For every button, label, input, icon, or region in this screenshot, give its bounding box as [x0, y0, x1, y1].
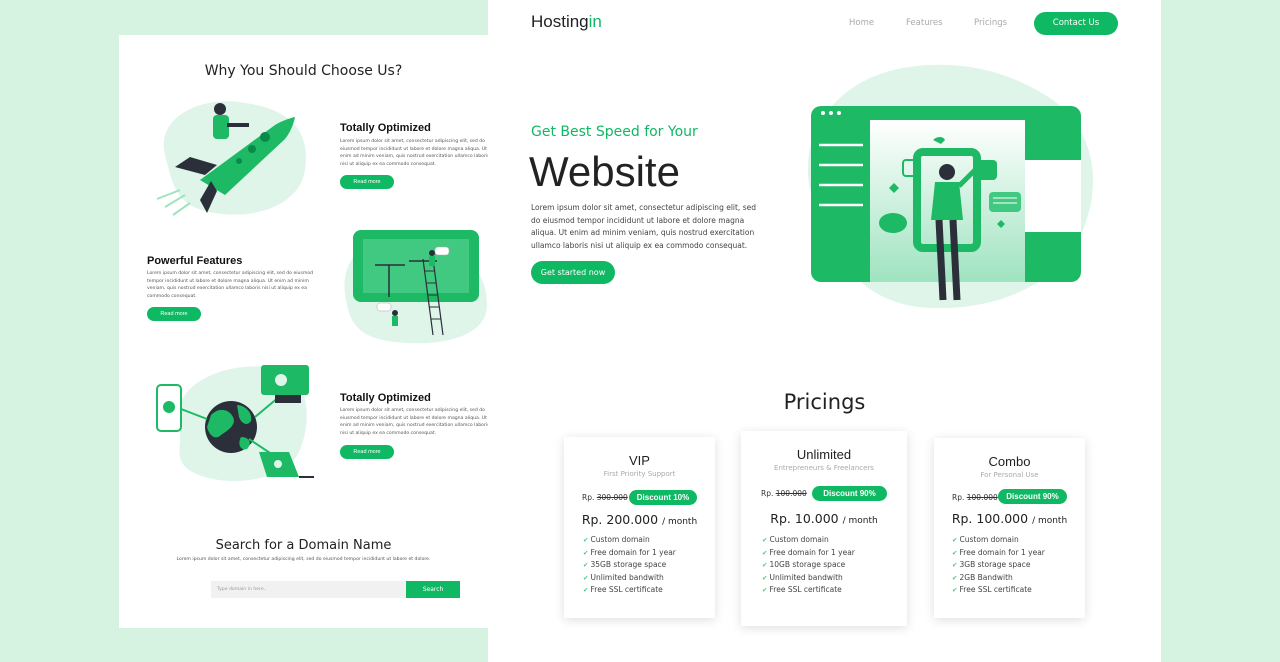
plan-feature: Free SSL certificate	[583, 584, 676, 597]
plan-feature: Free domain for 1 year	[762, 547, 855, 560]
plan-tagline: For Personal Use	[980, 471, 1039, 479]
feature-3-desc: Lorem ipsum dolor sit amet, consectetur …	[340, 408, 488, 436]
old-price: Rp. 100.000	[952, 493, 998, 502]
rocket-illustration	[156, 101, 306, 216]
domain-search-input[interactable]: Type domain in here..	[211, 581, 406, 598]
old-price: Rp. 300.000	[582, 493, 628, 502]
discount-badge: Discount 90%	[812, 486, 887, 501]
nav-pricings[interactable]: Pricings	[974, 18, 1007, 28]
domain-search-title: Search for a Domain Name	[215, 538, 392, 553]
discount-badge: Discount 90%	[998, 489, 1067, 504]
get-started-button[interactable]: Get started now	[531, 261, 615, 284]
plan-feature: 3GB storage space	[952, 559, 1045, 572]
plan-feature: 35GB storage space	[583, 559, 676, 572]
plan-feature: 2GB Bandwith	[952, 572, 1045, 585]
hero-title: Website	[529, 148, 680, 195]
builders-illustration	[344, 230, 487, 344]
plan-feature: Free SSL certificate	[952, 584, 1045, 597]
plan-features: Custom domain Free domain for 1 year 35G…	[583, 534, 676, 597]
social-website-illustration	[807, 64, 1093, 309]
plan-tagline: First Priority Support	[603, 470, 676, 478]
features-panel: Why You Should Choose Us? Totally Optimi…	[119, 35, 488, 628]
plan-feature: Free domain for 1 year	[952, 547, 1045, 560]
plan-feature: Custom domain	[762, 534, 855, 547]
hero-description: Lorem ipsum dolor sit amet, consectetur …	[531, 203, 756, 250]
feature-3-title: Totally Optimized	[340, 392, 431, 404]
feature-1-title: Totally Optimized	[340, 122, 431, 134]
plan-features: Custom domain Free domain for 1 year 10G…	[762, 534, 855, 597]
plan-features: Custom domain Free domain for 1 year 3GB…	[952, 534, 1045, 597]
pricing-card-vip: VIP First Priority Support Rp. 300.000 D…	[564, 437, 715, 618]
pricing-card-unlimited: Unlimited Entrepreneurs & Freelancers Rp…	[741, 431, 907, 626]
logo[interactable]: Hostingin	[531, 12, 602, 32]
logo-accent: in	[588, 12, 602, 31]
domain-search-button[interactable]: Search	[406, 581, 460, 598]
plan-tagline: Entrepreneurs & Freelancers	[774, 464, 874, 472]
feature-2-desc: Lorem ipsum dolor sit amet, consectetur …	[147, 271, 314, 299]
pricing-card-combo: Combo For Personal Use Rp. 100.000 Disco…	[934, 438, 1085, 618]
plan-price: Rp. 200.000 / month	[581, 512, 698, 527]
plan-feature: Free domain for 1 year	[583, 547, 676, 560]
landing-page: Hostingin Home Features Pricings Contact…	[488, 0, 1161, 662]
nav-home[interactable]: Home	[849, 18, 874, 28]
domain-search-desc: Lorem ipsum dolor sit amet, consectetur …	[176, 557, 431, 562]
feature-3-read-more-button[interactable]: Read more	[340, 445, 394, 459]
feature-2-read-more-button[interactable]: Read more	[147, 307, 201, 321]
plan-name: Combo	[988, 454, 1031, 469]
nav-features[interactable]: Features	[906, 18, 943, 28]
plan-price: Rp. 100.000 / month	[951, 511, 1068, 526]
feature-1-desc: Lorem ipsum dolor sit amet, consectetur …	[340, 139, 488, 167]
plan-name: VIP	[629, 453, 650, 468]
contact-us-button[interactable]: Contact Us	[1034, 12, 1118, 35]
feature-1-read-more-button[interactable]: Read more	[340, 175, 394, 189]
discount-badge: Discount 10%	[629, 490, 697, 505]
logo-main: Hosting	[531, 12, 589, 31]
plan-feature: Custom domain	[952, 534, 1045, 547]
feature-2-title: Powerful Features	[147, 255, 243, 267]
hero-subtitle: Get Best Speed for Your	[531, 124, 698, 140]
plan-feature: Unlimited bandwith	[583, 572, 676, 585]
why-choose-title: Why You Should Choose Us?	[204, 63, 403, 79]
plan-feature: 10GB storage space	[762, 559, 855, 572]
plan-feature: Free SSL certificate	[762, 584, 855, 597]
plan-feature: Unlimited bandwith	[762, 572, 855, 585]
plan-feature: Custom domain	[583, 534, 676, 547]
old-price: Rp. 100.000	[761, 489, 807, 498]
pricings-title: Pricings	[783, 390, 866, 414]
plan-name: Unlimited	[796, 447, 852, 462]
plan-price: Rp. 10.000 / month	[770, 511, 878, 526]
globe-network-illustration	[156, 365, 314, 482]
